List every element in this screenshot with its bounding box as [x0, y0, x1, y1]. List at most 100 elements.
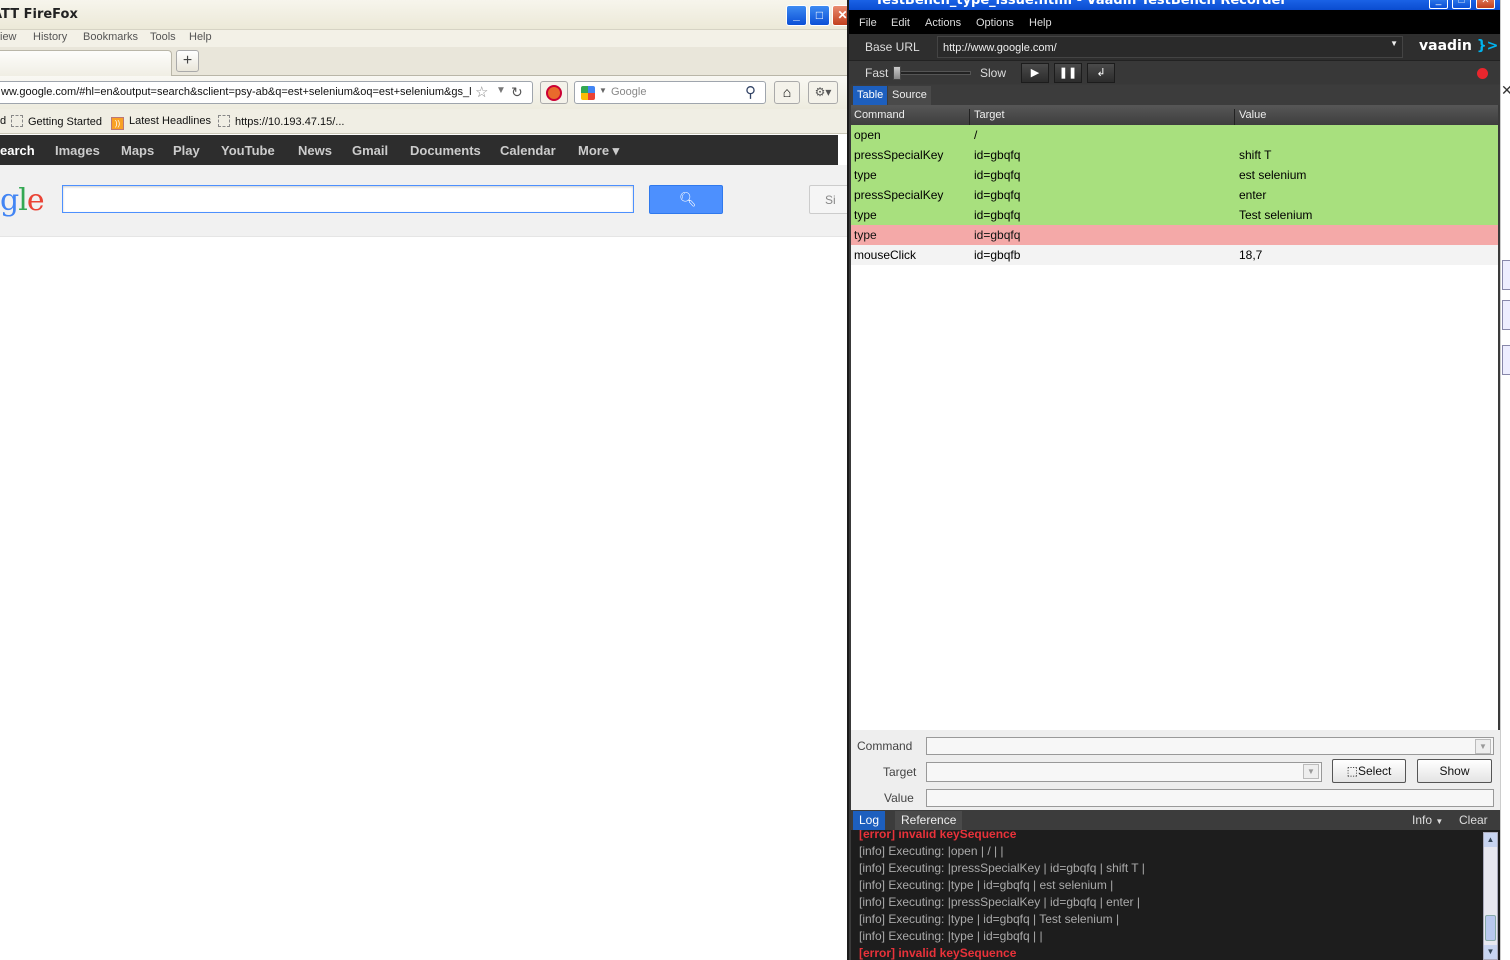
- reload-icon[interactable]: ↻: [511, 84, 523, 101]
- table-row[interactable]: open /: [851, 125, 1498, 145]
- google-navbar: earch Images Maps Play YouTube News Gmai…: [0, 135, 838, 165]
- chevron-down-icon: ▼: [1435, 817, 1444, 826]
- google-nav-more[interactable]: More ▾: [578, 143, 619, 159]
- cell-value: est selenium: [1239, 168, 1307, 182]
- tab-table[interactable]: Table: [853, 86, 888, 105]
- menu-options[interactable]: Options: [976, 17, 1014, 29]
- speed-slider-handle[interactable]: [893, 66, 901, 80]
- side-tab[interactable]: [1502, 260, 1510, 290]
- chevron-down-icon[interactable]: ▼: [1303, 764, 1319, 779]
- table-row[interactable]: mouseClick id=gbqfb 18,7: [851, 245, 1498, 265]
- bookmark-ip-address[interactable]: https://10.193.47.15/...: [218, 115, 344, 128]
- bookmark-item[interactable]: d: [0, 115, 6, 127]
- cell-value: 18,7: [1239, 248, 1263, 262]
- menu-file[interactable]: File: [859, 17, 877, 29]
- google-nav-play[interactable]: Play: [173, 143, 200, 158]
- google-nav-search[interactable]: earch: [0, 143, 35, 158]
- url-bar[interactable]: ww.google.com/#hl=en&output=search&sclie…: [0, 81, 533, 104]
- google-engine-icon[interactable]: [581, 86, 595, 100]
- log-line: [error] invalid keySequence: [859, 946, 1017, 960]
- tab-source[interactable]: Source: [888, 86, 931, 105]
- side-tab[interactable]: [1502, 345, 1510, 375]
- new-tab-button[interactable]: +: [176, 50, 199, 72]
- maximize-icon[interactable]: □: [1452, 0, 1471, 9]
- menu-help[interactable]: Help: [1029, 17, 1052, 29]
- pause-button[interactable]: ❚❚: [1054, 63, 1082, 83]
- scroll-thumb[interactable]: [1485, 915, 1496, 941]
- firefox-menubar: iew History Bookmarks Tools Help: [0, 30, 848, 47]
- menu-actions[interactable]: Actions: [925, 17, 961, 29]
- bookmark-star-icon[interactable]: ☆: [475, 83, 488, 101]
- close-icon[interactable]: ✕: [832, 5, 848, 26]
- scroll-up-icon[interactable]: ▲: [1484, 833, 1497, 847]
- table-row[interactable]: pressSpecialKey id=gbqfq enter: [851, 185, 1498, 205]
- value-label: Value: [884, 791, 914, 805]
- google-nav-youtube[interactable]: YouTube: [221, 143, 275, 158]
- menu-edit[interactable]: Edit: [891, 17, 910, 29]
- home-button[interactable]: ⌂: [774, 81, 800, 104]
- tab-reference[interactable]: Reference: [895, 811, 963, 830]
- clear-log-button[interactable]: Clear: [1459, 813, 1488, 827]
- log-level-select[interactable]: Info ▼: [1412, 813, 1443, 827]
- menu-history[interactable]: History: [33, 31, 67, 43]
- google-nav-gmail[interactable]: Gmail: [352, 143, 388, 158]
- google-logo[interactable]: gle: [0, 183, 45, 218]
- tab-log[interactable]: Log: [853, 811, 886, 830]
- search-bar[interactable]: ▼ Google ⚲: [574, 81, 766, 104]
- google-search-input[interactable]: [62, 185, 634, 213]
- google-nav-maps[interactable]: Maps: [121, 143, 154, 158]
- magnifier-icon[interactable]: ⚲: [745, 83, 756, 101]
- play-icon: ▶: [1030, 67, 1040, 79]
- fast-label: Fast: [865, 66, 889, 80]
- chevron-down-icon[interactable]: ▼: [1475, 739, 1491, 754]
- google-nav-calendar[interactable]: Calendar: [500, 143, 556, 158]
- noscript-button[interactable]: [540, 81, 568, 104]
- log-scrollbar[interactable]: ▲ ▼: [1483, 832, 1498, 960]
- pause-icon: ❚❚: [1058, 67, 1078, 79]
- target-select[interactable]: ▼: [926, 762, 1322, 782]
- side-tab[interactable]: [1502, 300, 1510, 330]
- google-search-button[interactable]: 🔍︎: [649, 185, 723, 214]
- table-row[interactable]: type id=gbqfq Test selenium: [851, 205, 1498, 225]
- select-button[interactable]: ⬚Select: [1332, 759, 1406, 783]
- table-row[interactable]: type id=gbqfq: [851, 225, 1498, 245]
- maximize-icon[interactable]: □: [809, 5, 830, 26]
- speed-slider-track[interactable]: [895, 71, 971, 75]
- vaadin-logo: vaadin }>: [1419, 38, 1499, 54]
- minimize-icon[interactable]: _: [1429, 0, 1448, 9]
- scroll-down-icon[interactable]: ▼: [1484, 945, 1497, 959]
- close-icon[interactable]: ✕: [1476, 0, 1495, 9]
- table-row[interactable]: pressSpecialKey id=gbqfq shift T: [851, 145, 1498, 165]
- url-dropdown-icon[interactable]: ▼: [496, 85, 506, 96]
- browser-tab[interactable]: [0, 50, 172, 76]
- google-nav-images[interactable]: Images: [55, 143, 100, 158]
- engine-dropdown-icon[interactable]: ▼: [599, 86, 607, 95]
- close-icon[interactable]: ✕: [1501, 82, 1510, 99]
- cell-target: id=gbqfb: [974, 248, 1021, 262]
- log-line: [info] Executing: |open | / | |: [859, 844, 1004, 858]
- addon-button[interactable]: ⚙▾: [808, 81, 838, 104]
- show-button[interactable]: Show: [1417, 759, 1492, 783]
- record-icon[interactable]: [1477, 68, 1488, 79]
- bookmark-getting-started[interactable]: Getting Started: [11, 115, 102, 128]
- cell-value: enter: [1239, 188, 1267, 202]
- play-button[interactable]: ▶: [1021, 63, 1049, 83]
- google-nav-documents[interactable]: Documents: [410, 143, 481, 158]
- chevron-down-icon[interactable]: ▼: [1390, 39, 1398, 48]
- bookmark-latest-headlines[interactable]: )) Latest Headlines: [111, 115, 211, 130]
- menu-bookmarks[interactable]: Bookmarks: [83, 31, 138, 43]
- target-label: Target: [883, 765, 917, 779]
- menu-tools[interactable]: Tools: [150, 31, 176, 43]
- google-nav-news[interactable]: News: [298, 143, 332, 158]
- step-button[interactable]: ↲: [1087, 63, 1115, 83]
- menu-help[interactable]: Help: [189, 31, 212, 43]
- sign-in-button[interactable]: Si: [809, 185, 848, 214]
- base-url-input[interactable]: http://www.google.com/ ▼: [937, 36, 1403, 58]
- value-input[interactable]: [926, 789, 1494, 807]
- firefox-window: ATT FireFox _ □ ✕ iew History Bookmarks …: [0, 0, 848, 960]
- recorder-window: TestBench_type_issue.html - Vaadin TestB…: [847, 0, 1500, 960]
- minimize-icon[interactable]: _: [786, 5, 807, 26]
- command-select[interactable]: ▼: [926, 737, 1494, 755]
- menu-view[interactable]: iew: [0, 31, 17, 43]
- table-row[interactable]: type id=gbqfq est selenium: [851, 165, 1498, 185]
